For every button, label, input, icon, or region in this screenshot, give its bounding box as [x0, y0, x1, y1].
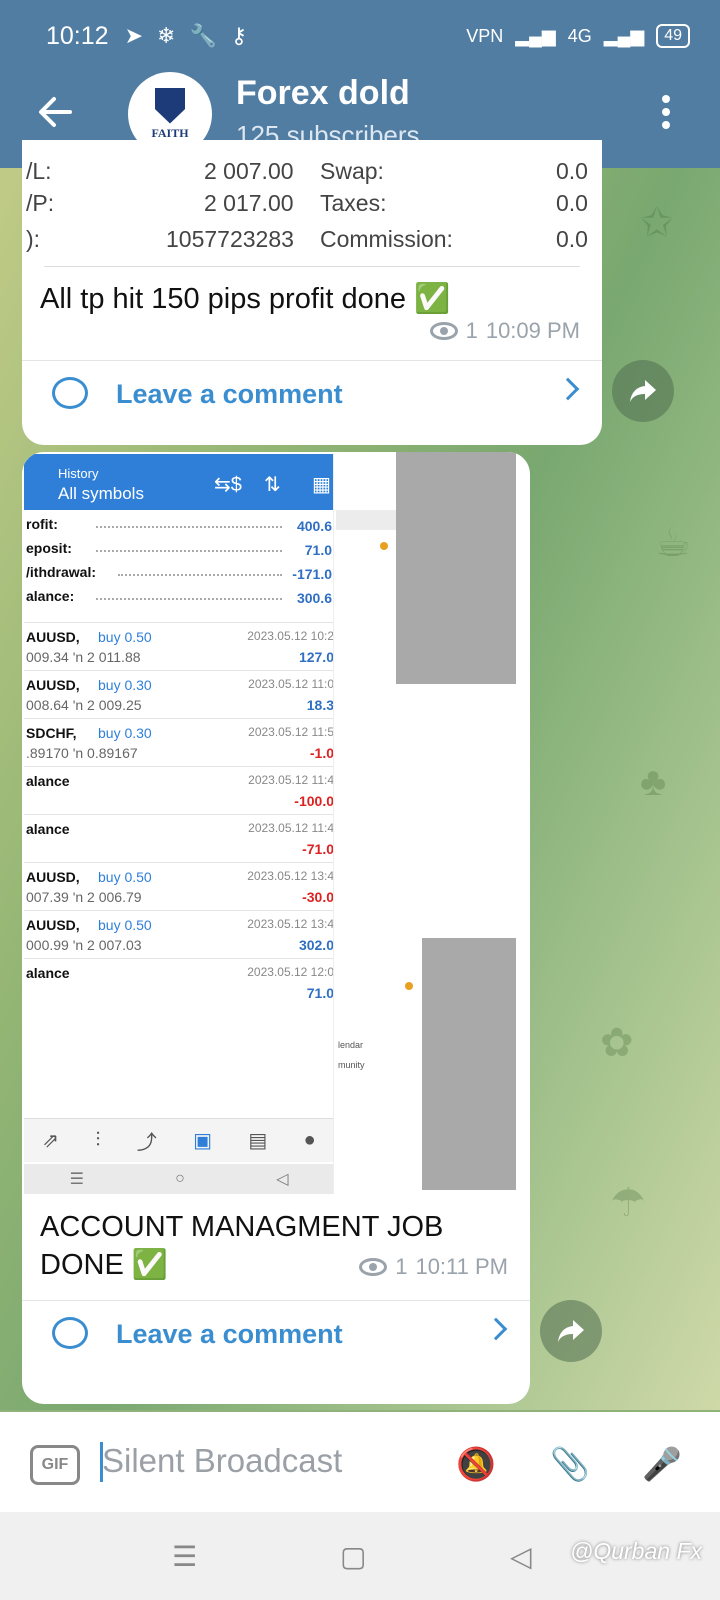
message-time: 10:11 PM [415, 1254, 508, 1279]
views-icon [359, 1258, 388, 1276]
chart-icon: ⫶ [95, 1129, 101, 1151]
chat-icon: ● [303, 1129, 316, 1151]
trade-row: AUUSD, 000.99 'n 2 007.03 2023.05.12 13:4 3… [24, 910, 333, 958]
message-meta: 1 10:11 PM [359, 1254, 508, 1280]
share-arrow-icon [558, 1320, 584, 1342]
view-count: 1 [465, 318, 478, 343]
trade-icon: ⤴ [136, 1132, 157, 1154]
signal-icon-2: ▂▄▆ [603, 25, 645, 46]
share-arrow-icon [630, 380, 656, 402]
blurred-screenshot-panel-2 [422, 938, 516, 1190]
message-time: 10:09 PM [485, 318, 580, 343]
chevron-right-icon [556, 377, 580, 401]
flower-doodle-icon: ✿ [600, 1021, 634, 1065]
trade-row: alance 2023.05.12 11:4 -71.0 [24, 814, 333, 862]
trade-row: AUUSD, 007.39 'n 2 006.79 2023.05.12 13:4-… [24, 862, 333, 910]
message-bubble-2: History All symbols ⇆$ ⇅ ▦ rofit: 400.6 e… [22, 452, 530, 1404]
comment-label: Leave a comment [116, 379, 343, 409]
cup-doodle-icon: ☕ [655, 521, 691, 565]
battery-icon: 49 [656, 24, 690, 48]
network-type: 4G [567, 25, 592, 46]
trade-row: alance 2023.05.12 12:0 71.0 [24, 958, 333, 1006]
blurred-screenshot-panel [396, 452, 516, 684]
comment-label: Leave a comment [116, 1319, 343, 1349]
comment-icon [52, 377, 88, 409]
microphone-icon[interactable]: 🎤 [640, 1442, 684, 1486]
leave-comment-button[interactable]: Leave a comment [22, 1300, 530, 1370]
chevron-right-icon [484, 1317, 508, 1341]
more-menu-icon[interactable] [662, 95, 670, 134]
vpn-label: VPN [466, 25, 504, 46]
sort-icon: ⇅ [264, 474, 281, 496]
detail-row: /L: 2 007.00 Swap: 0.0 [26, 158, 588, 184]
comment-icon [52, 1317, 88, 1349]
telegram-icon: ➤ [124, 23, 143, 48]
trade-row: SDCHF, .89170 'n 0.89167 2023.05.12 11:5 -1… [24, 718, 333, 766]
trade-detail-table: /L: 2 007.00 Swap: 0.0 /P: 2 017.00 Taxe… [22, 140, 602, 270]
shield-logo-icon [155, 87, 185, 124]
message-bubble-1: /L: 2 007.00 Swap: 0.0 /P: 2 017.00 Taxe… [22, 140, 602, 445]
bell-off-icon[interactable]: 🔕 [454, 1442, 498, 1486]
avatar-text: FAITH [151, 125, 189, 140]
attach-icon[interactable]: 📎 [548, 1442, 592, 1486]
summary-row: alance: 300.6 [26, 588, 332, 606]
view-count: 1 [395, 1254, 408, 1279]
key-icon: ⚷ [230, 23, 247, 48]
trade-row: AUUSD, 009.34 'n 2 011.88 2023.05.12 10:2 1… [24, 622, 333, 670]
message-input-bar: GIF Silent Broadcast 🔕 📎 🎤 [0, 1412, 720, 1512]
status-time: 10:12 [46, 21, 109, 50]
home-icon[interactable]: ▢ [340, 1540, 366, 1573]
channel-title[interactable]: Forex dold [236, 74, 410, 113]
message-meta: 1 10:09 PM [429, 318, 580, 344]
summary-row: rofit: 400.6 [26, 516, 332, 534]
umbrella-doodle-icon: ☂ [610, 1181, 646, 1225]
message-input[interactable]: Silent Broadcast [102, 1442, 342, 1480]
history-icon: ▣ [193, 1130, 212, 1152]
currency-icon: ⇆$ [214, 474, 242, 496]
screenshot-header: History All symbols ⇆$ ⇅ ▦ [24, 454, 333, 510]
share-button[interactable] [612, 360, 674, 422]
views-icon [429, 322, 458, 340]
summary-row: /ithdrawal: -171.0 [26, 564, 332, 582]
back-nav-icon[interactable]: ◁ [510, 1540, 532, 1573]
detail-row: /P: 2 017.00 Taxes: 0.0 [26, 190, 588, 216]
share-button[interactable] [540, 1300, 602, 1362]
message-text: All tp hit 150 pips profit done ✅ [40, 283, 451, 315]
trade-row: AUUSD, 008.64 'n 2 009.25 2023.05.12 11:0 1… [24, 670, 333, 718]
history-screenshot[interactable]: History All symbols ⇆$ ⇅ ▦ rofit: 400.6 e… [24, 454, 334, 1194]
tree-doodle-icon: ♣ [640, 760, 667, 804]
gif-button[interactable]: GIF [30, 1445, 80, 1485]
snowflake-icon: ❄ [157, 23, 176, 48]
screenshot-tab-bar: ⇗ ⫶ ⤴ ▣ ▤ ● [24, 1118, 333, 1162]
calendar-icon: ▦ [312, 474, 331, 496]
recent-apps-icon[interactable]: ☰ [172, 1540, 197, 1573]
watermark-text: @Qurban Fx [569, 1538, 702, 1564]
back-arrow-icon[interactable] [36, 92, 76, 132]
leave-comment-button[interactable]: Leave a comment [22, 360, 602, 430]
summary-row: eposit: 71.0 [26, 540, 332, 558]
trade-row: alance 2023.05.12 11:4 -100.0 [24, 766, 333, 814]
detail-row: ): 1057723283 Commission: 0.0 [26, 226, 588, 252]
news-icon: ▤ [248, 1130, 268, 1152]
signal-icon: ▂▄▆ [515, 25, 556, 46]
wrench-icon: 🔧 [189, 23, 217, 48]
star-doodle-icon: ✩ [640, 201, 674, 245]
status-bar: 10:12 ➤ ❄ 🔧 ⚷ VPN ▂▄▆ 4G ▂▄▆ 49 [46, 18, 690, 54]
quotes-icon: ⇗ [42, 1130, 59, 1152]
screenshot-nav-bar: ☰ ○ ◁ [24, 1164, 333, 1194]
